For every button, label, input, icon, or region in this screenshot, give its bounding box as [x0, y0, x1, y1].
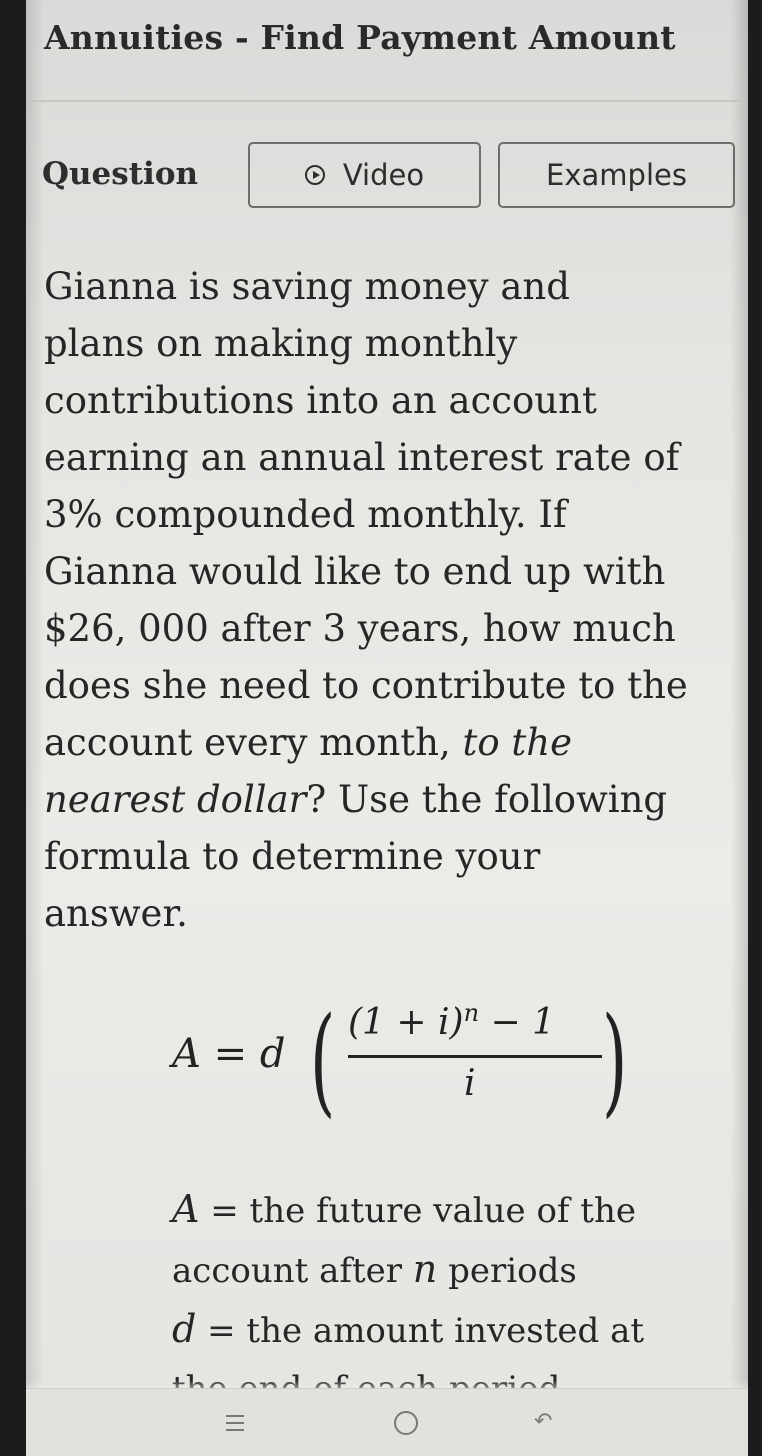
- system-nav-bar: ↶: [26, 1388, 748, 1456]
- examples-button-label: Examples: [546, 158, 687, 192]
- question-line: Gianna is saving money and: [44, 265, 570, 308]
- question-line: 3% compounded monthly. If: [44, 493, 567, 536]
- definition-text: = the future value of the: [199, 1191, 636, 1231]
- definition-line: account after n periods: [172, 1240, 732, 1300]
- question-line: earning an annual interest rate of: [44, 436, 680, 479]
- formula-numerator-base: (1 + i): [348, 1002, 464, 1043]
- recents-button[interactable]: [206, 1397, 266, 1447]
- definition-symbol-d: d: [172, 1307, 197, 1351]
- question-line: Gianna would like to end up with: [44, 550, 666, 593]
- question-line: $26, 000 after 3 years, how much: [44, 607, 676, 650]
- question-text: Gianna is saving money and plans on maki…: [44, 258, 744, 942]
- annuity-formula: A = d ( (1 + i)n − 1 i ): [172, 991, 692, 1145]
- question-line: contributions into an account: [44, 379, 597, 422]
- definition-text: account after: [172, 1251, 413, 1291]
- question-emphasis: to the: [462, 721, 573, 764]
- video-button[interactable]: Video: [248, 142, 481, 208]
- definition-symbol-a: A: [172, 1187, 200, 1231]
- question-line: nearest dollar? Use the following: [44, 771, 744, 828]
- question-line: answer.: [44, 892, 188, 935]
- screen-edge-left: [26, 0, 44, 1456]
- question-emphasis: nearest dollar: [44, 778, 307, 821]
- examples-button[interactable]: Examples: [498, 142, 735, 208]
- tab-bar: Question Video Examples: [26, 142, 748, 214]
- formula-lhs: A = d: [172, 1031, 286, 1077]
- back-icon: ↶: [534, 1409, 553, 1434]
- formula-numerator: (1 + i)n − 1: [348, 999, 555, 1043]
- question-line: does she need to contribute to the: [44, 664, 688, 707]
- definition-text: periods: [437, 1251, 577, 1291]
- definition-text: = the amount invested at: [196, 1311, 645, 1351]
- definition-symbol-n: n: [412, 1247, 438, 1291]
- question-fragment: account every month,: [44, 721, 451, 764]
- formula-left-paren: (: [310, 991, 336, 1129]
- page-title: Annuities - Find Payment Amount: [44, 18, 676, 57]
- home-icon: [394, 1411, 418, 1435]
- video-button-label: Video: [342, 158, 425, 192]
- header-divider: [26, 100, 748, 102]
- tab-question[interactable]: Question: [42, 156, 198, 192]
- question-line: plans on making monthly: [44, 322, 518, 365]
- question-line: account every month, to the: [44, 714, 744, 771]
- formula-numerator-tail: − 1: [479, 1002, 555, 1043]
- definition-line: A = the future value of the: [172, 1180, 732, 1240]
- formula-exponent: n: [463, 999, 480, 1027]
- back-button[interactable]: ↶: [514, 1397, 574, 1447]
- question-line: formula to determine your: [44, 835, 541, 878]
- app-screen: Annuities - Find Payment Amount Question…: [26, 0, 748, 1456]
- formula-right-paren: ): [602, 991, 628, 1129]
- recents-icon: [226, 1415, 244, 1431]
- question-fragment: ? Use the following: [306, 778, 668, 821]
- formula-denominator: i: [464, 1063, 476, 1104]
- definition-line: d = the amount invested at: [172, 1300, 732, 1360]
- play-circle-icon: [304, 165, 325, 185]
- home-button[interactable]: [378, 1397, 438, 1447]
- formula-fraction-bar: [348, 1055, 602, 1058]
